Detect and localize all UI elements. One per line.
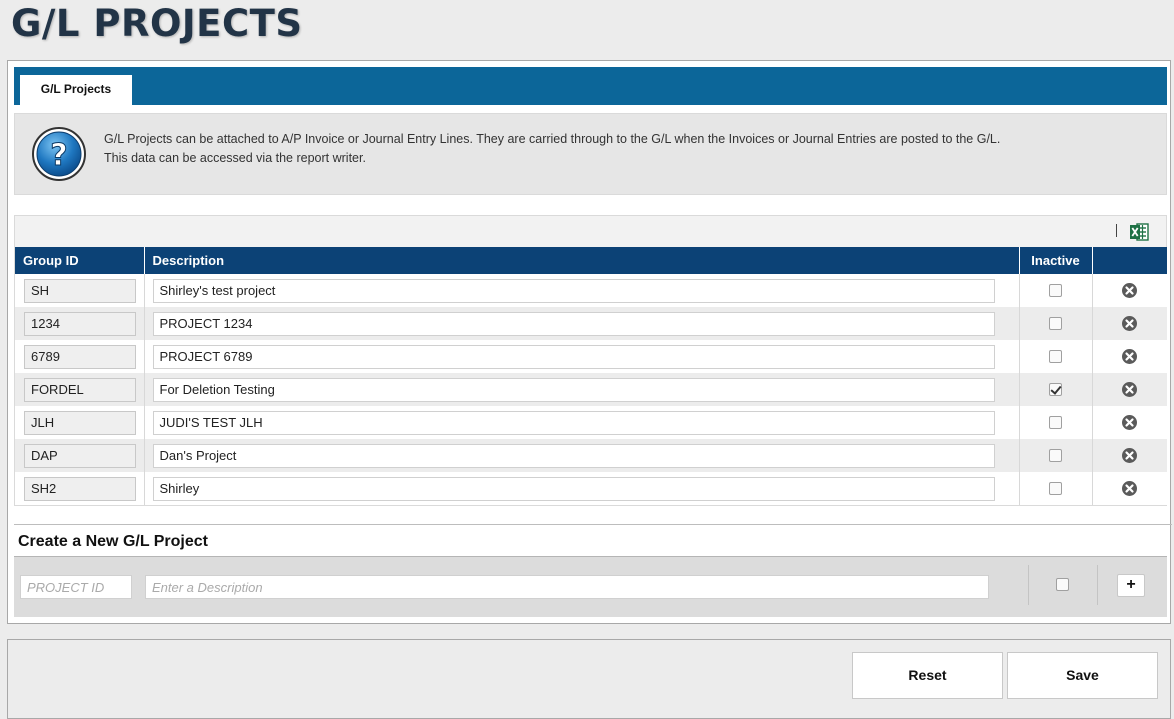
table-row: 1234 PROJECT 1234	[15, 307, 1167, 340]
info-line-1: G/L Projects can be attached to A/P Invo…	[104, 132, 1001, 146]
inactive-cell	[1019, 340, 1093, 373]
group-id-field[interactable]: SH2	[24, 476, 136, 501]
actions-cell	[1092, 406, 1167, 439]
col-header-group-id[interactable]: Group ID	[15, 247, 145, 274]
table-body: SH Shirley's test project 1234 PROJECT 1234…	[15, 274, 1167, 505]
group-id-field[interactable]: SH	[24, 278, 136, 303]
group-id-cell: JLH	[15, 406, 145, 439]
description-cell: Shirley	[144, 472, 1020, 505]
group-id-field[interactable]: JLH	[24, 410, 136, 435]
delete-row-icon[interactable]	[1121, 414, 1138, 431]
table-header-row: Group ID Description Inactive	[15, 247, 1167, 274]
inactive-checkbox[interactable]	[1049, 482, 1062, 495]
description-field[interactable]: Shirley's test project	[152, 278, 995, 303]
description-field[interactable]: Shirley	[152, 476, 995, 501]
table-row: JLH JUDI'S TEST JLH	[15, 406, 1167, 439]
description-field[interactable]: JUDI'S TEST JLH	[152, 410, 995, 435]
description-cell: JUDI'S TEST JLH	[144, 406, 1020, 439]
page-title: G/L PROJECTS	[11, 2, 303, 45]
inactive-checkbox[interactable]	[1049, 317, 1062, 330]
description-field[interactable]: PROJECT 6789	[152, 344, 995, 369]
delete-row-icon[interactable]	[1121, 315, 1138, 332]
col-header-inactive[interactable]: Inactive	[1019, 247, 1093, 274]
inactive-cell	[1019, 439, 1093, 472]
actions-cell	[1092, 307, 1167, 340]
table-row: SH Shirley's test project	[15, 274, 1167, 307]
save-button[interactable]: Save	[1007, 652, 1158, 699]
group-id-cell: 6789	[15, 340, 145, 373]
tab-gl-projects[interactable]: G/L Projects	[20, 75, 132, 105]
inactive-cell	[1019, 307, 1093, 340]
description-field[interactable]: For Deletion Testing	[152, 377, 995, 402]
actions-cell	[1092, 472, 1167, 505]
description-field[interactable]: Dan's Project	[152, 443, 995, 468]
tab-bar: G/L Projects	[14, 67, 1167, 105]
inactive-checkbox[interactable]	[1049, 449, 1062, 462]
group-id-field[interactable]: 6789	[24, 344, 136, 369]
inactive-cell	[1019, 373, 1093, 406]
inactive-checkbox[interactable]	[1049, 416, 1062, 429]
svg-text:?: ?	[50, 138, 67, 173]
description-field[interactable]: PROJECT 1234	[152, 311, 995, 336]
info-box: ? G/L Projects can be attached to A/P In…	[14, 113, 1167, 195]
group-id-cell: DAP	[15, 439, 145, 472]
description-cell: Shirley's test project	[144, 274, 1020, 307]
inactive-cell	[1019, 406, 1093, 439]
inactive-checkbox[interactable]	[1049, 350, 1062, 363]
delete-row-icon[interactable]	[1121, 480, 1138, 497]
group-id-cell: SH	[15, 274, 145, 307]
section-divider	[14, 524, 1172, 525]
description-cell: Dan's Project	[144, 439, 1020, 472]
group-id-cell: FORDEL	[15, 373, 145, 406]
delete-row-icon[interactable]	[1121, 348, 1138, 365]
description-cell: PROJECT 6789	[144, 340, 1020, 373]
group-id-field[interactable]: FORDEL	[24, 377, 136, 402]
help-question-icon: ?	[32, 127, 86, 181]
table-row: FORDEL For Deletion Testing	[15, 373, 1167, 406]
footer-actions: Reset Save	[7, 639, 1171, 719]
new-project-description-input[interactable]	[145, 575, 989, 599]
excel-export-icon[interactable]	[1129, 222, 1149, 242]
actions-cell	[1092, 274, 1167, 307]
group-id-cell: 1234	[15, 307, 145, 340]
info-text: G/L Projects can be attached to A/P Invo…	[104, 130, 1154, 168]
inactive-cell	[1019, 274, 1093, 307]
create-section-title: Create a New G/L Project	[18, 533, 208, 550]
description-cell: For Deletion Testing	[144, 373, 1020, 406]
new-row-divider	[1097, 565, 1098, 605]
actions-cell	[1092, 439, 1167, 472]
new-project-row: +	[14, 556, 1167, 617]
info-line-2: This data can be accessed via the report…	[104, 151, 366, 165]
delete-row-icon[interactable]	[1121, 381, 1138, 398]
group-id-field[interactable]: 1234	[24, 311, 136, 336]
delete-row-icon[interactable]	[1121, 282, 1138, 299]
reset-button[interactable]: Reset	[852, 652, 1003, 699]
table-row: 6789 PROJECT 6789	[15, 340, 1167, 373]
new-project-inactive-checkbox[interactable]	[1056, 578, 1069, 591]
new-project-id-input[interactable]	[20, 575, 132, 599]
toolbar-divider	[1116, 224, 1117, 237]
table-row: DAP Dan's Project	[15, 439, 1167, 472]
table-row: SH2 Shirley	[15, 472, 1167, 505]
inactive-checkbox[interactable]	[1049, 284, 1062, 297]
description-cell: PROJECT 1234	[144, 307, 1020, 340]
projects-table: Group ID Description Inactive SH Shirley'…	[15, 247, 1167, 505]
add-project-button[interactable]: +	[1117, 574, 1145, 597]
projects-grid: Group ID Description Inactive SH Shirley'…	[14, 215, 1167, 506]
actions-cell	[1092, 373, 1167, 406]
inactive-cell	[1019, 472, 1093, 505]
group-id-field[interactable]: DAP	[24, 443, 136, 468]
col-header-description[interactable]: Description	[144, 247, 1020, 274]
inactive-checkbox[interactable]	[1049, 383, 1062, 396]
actions-cell	[1092, 340, 1167, 373]
new-row-divider	[1028, 565, 1029, 605]
col-header-actions	[1092, 247, 1167, 274]
grid-toolbar	[15, 216, 1166, 247]
delete-row-icon[interactable]	[1121, 447, 1138, 464]
group-id-cell: SH2	[15, 472, 145, 505]
gl-projects-panel: G/L Projects ? G/L Projects can be attac…	[7, 60, 1172, 624]
